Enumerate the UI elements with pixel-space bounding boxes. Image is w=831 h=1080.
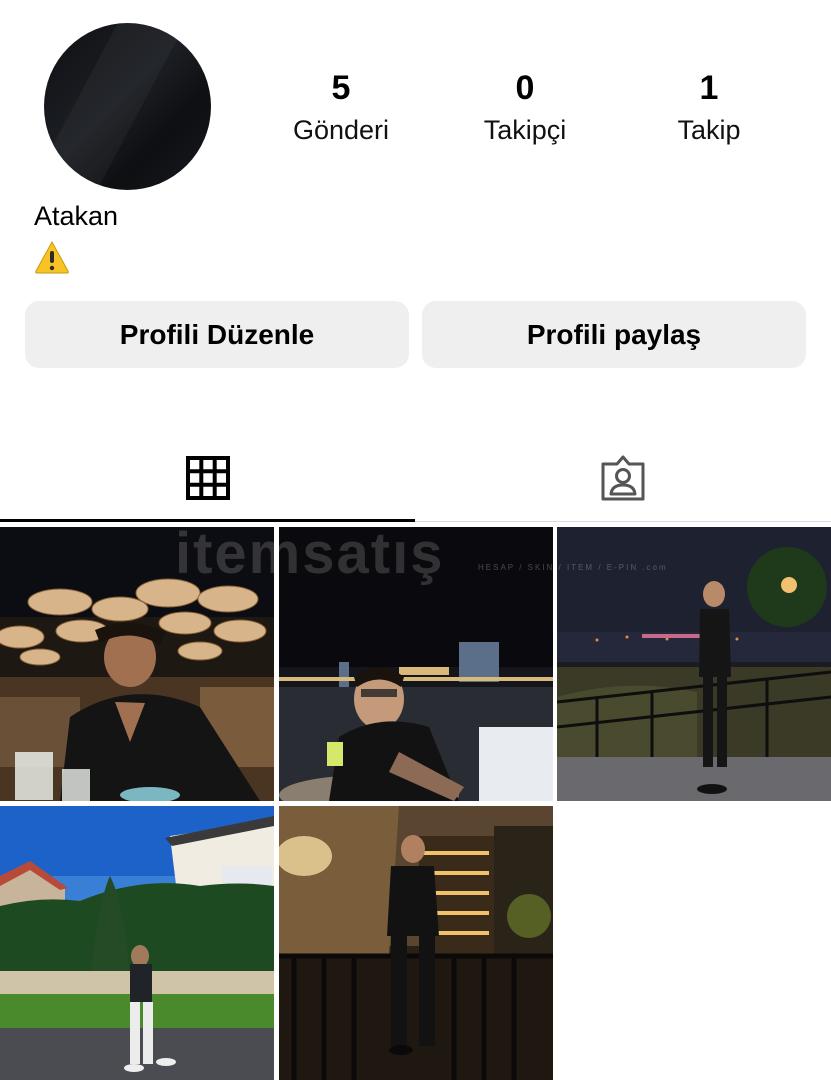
stat-followers-value: 0 (515, 69, 535, 107)
warning-icon (34, 240, 70, 274)
stat-following[interactable]: 1 Takip (624, 66, 794, 150)
tagged-person-icon (598, 453, 648, 508)
post-thumbnail-4[interactable] (0, 806, 274, 1080)
post-thumbnail-5[interactable] (279, 806, 553, 1080)
active-tab-indicator (0, 519, 415, 522)
stat-posts-label: Gönderi (292, 115, 390, 145)
grid-icon (185, 455, 230, 505)
stat-followers-label: Takipçi (483, 115, 567, 145)
stat-followers[interactable]: 0 Takipçi (440, 66, 610, 150)
stat-posts-value: 5 (331, 69, 351, 107)
stat-posts[interactable]: 5 Gönderi (256, 66, 426, 150)
post-thumbnail-3[interactable] (557, 527, 831, 801)
profile-name: Atakan (34, 201, 119, 231)
stat-following-label: Takip (677, 115, 741, 145)
profile-avatar[interactable] (44, 23, 211, 190)
post-thumbnail-2[interactable] (279, 527, 553, 801)
post-thumbnail-1[interactable] (0, 527, 274, 801)
edit-profile-button[interactable]: Profili Düzenle (25, 301, 409, 368)
tab-posts-grid[interactable] (0, 440, 415, 520)
share-profile-button[interactable]: Profili paylaş (422, 301, 806, 368)
stat-following-value: 1 (699, 69, 719, 107)
tab-tagged[interactable] (415, 440, 830, 520)
